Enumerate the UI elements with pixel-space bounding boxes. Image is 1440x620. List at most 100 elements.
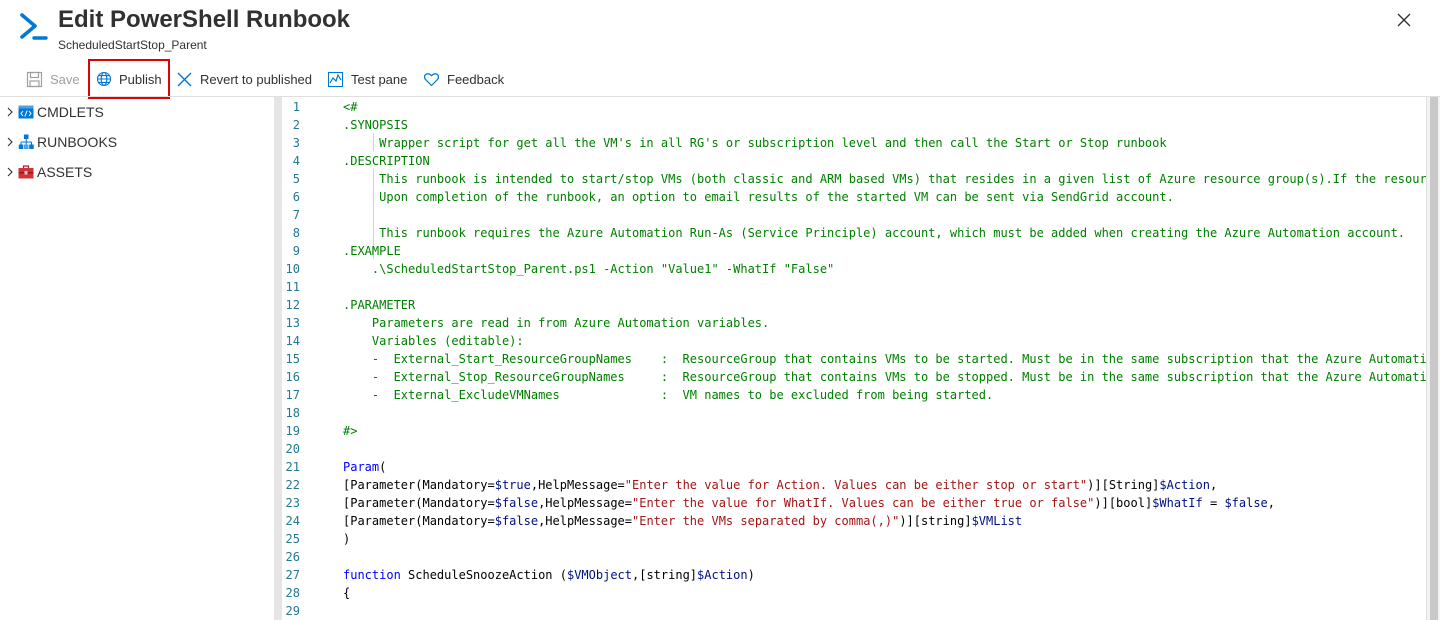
code-token: Param [343, 460, 380, 474]
line-number: 13 [285, 316, 300, 330]
scrollbar-thumb[interactable] [1430, 97, 1438, 620]
line-number: 27 [285, 568, 300, 582]
code-token: - External_Start_ResourceGroupNames : Re… [343, 352, 1426, 366]
test-pane-label: Test pane [351, 71, 408, 87]
pane-splitter[interactable] [274, 97, 282, 620]
code-line: Wrapper script for get all the VM's in a… [343, 134, 1167, 152]
line-number: 10 [285, 262, 300, 276]
code-token: $WhatIf [1152, 496, 1203, 510]
code-token: Parameters are read in from Azure Automa… [343, 316, 770, 330]
code-token: $Action [697, 568, 748, 582]
code-area[interactable]: <# .SYNOPSIS Wrapper script for get all t… [343, 97, 1426, 620]
revert-to-published-button[interactable]: Revert to published [176, 62, 312, 96]
line-number: 2 [292, 118, 300, 132]
test-pane-button[interactable]: Test pane [327, 62, 407, 96]
vertical-scrollbar[interactable] [1426, 97, 1440, 620]
code-line: [Parameter(Mandatory=$true,HelpMessage="… [343, 476, 1217, 494]
tree-item-assets[interactable]: ASSETS [4, 159, 92, 185]
code-token: { [343, 586, 351, 600]
code-token: [Parameter(Mandatory= [343, 478, 495, 492]
code-line: [Parameter(Mandatory=$false,HelpMessage=… [343, 494, 1275, 512]
code-token: $true [494, 478, 531, 492]
close-icon [1397, 13, 1411, 27]
line-number: 18 [285, 406, 300, 420]
code-token: $VMObject [566, 568, 632, 582]
line-number: 29 [285, 604, 300, 618]
line-number: 21 [285, 460, 300, 474]
code-token: ,[string] [632, 568, 698, 582]
publish-label: Publish [119, 71, 162, 87]
revert-label: Revert to published [200, 71, 313, 87]
code-token: , [1209, 478, 1218, 492]
code-token: ,HelpMessage= [538, 514, 632, 528]
code-token: .\ScheduledStartStop_Parent.ps1 -Action … [343, 262, 835, 276]
code-token: $VMList [971, 514, 1023, 528]
code-line: <# [343, 98, 357, 116]
toolbox-icon [18, 165, 34, 179]
powershell-prompt-icon [20, 12, 48, 42]
code-line: Upon completion of the runbook, an optio… [343, 188, 1174, 206]
code-token: ( [379, 460, 387, 474]
line-number: 23 [285, 496, 300, 510]
code-line: Param( [343, 458, 386, 476]
code-token: #> [343, 424, 358, 438]
line-number: 7 [292, 208, 300, 222]
code-token: , [1267, 496, 1276, 510]
command-bar: Save Publish Revert to published Test pa… [0, 59, 1440, 99]
code-token: Upon completion of the runbook, an optio… [343, 190, 1174, 204]
code-token: "Enter the value for Action. Values can … [624, 478, 1088, 492]
close-icon [177, 72, 192, 86]
code-token: "Enter the VMs separated by comma(,)" [632, 514, 900, 528]
line-number: 9 [292, 244, 300, 258]
close-button[interactable] [1392, 8, 1416, 32]
line-number: 1 [292, 100, 300, 114]
hierarchy-icon [18, 134, 34, 149]
line-number: 15 [285, 352, 300, 366]
tree-item-label: CMDLETS [37, 104, 104, 120]
line-number: 16 [285, 370, 300, 384]
line-number: 22 [285, 478, 300, 492]
tree-item-runbooks[interactable]: RUNBOOKS [4, 129, 117, 155]
line-number: 5 [292, 172, 300, 186]
code-token: This runbook requires the Azure Automati… [343, 226, 1406, 240]
code-line: .\ScheduledStartStop_Parent.ps1 -Action … [343, 260, 834, 278]
blade-header: Edit PowerShell Runbook ScheduledStartSt… [0, 0, 1440, 58]
code-token: ) [747, 568, 755, 582]
feedback-label: Feedback [447, 71, 505, 87]
code-line: This runbook is intended to start/stop V… [343, 170, 1426, 188]
line-number-gutter: 1 2 3 4 5 6 7 8 9 10 11 12 13 14 15 16 17 18 19 20 21 22 23 24 2… [282, 97, 336, 620]
code-line: function ScheduleSnoozeAction ($VMObject… [343, 566, 755, 584]
code-icon [18, 105, 34, 119]
code-token: $false [1224, 496, 1268, 510]
code-token: - External_Stop_ResourceGroupNames : Res… [343, 370, 1426, 384]
code-token: $Action [1159, 478, 1210, 492]
save-icon [26, 71, 43, 87]
code-line: .EXAMPLE [343, 242, 401, 260]
feedback-button[interactable]: Feedback [423, 62, 504, 96]
line-number: 25 [285, 532, 300, 546]
code-token: )][string] [899, 514, 972, 528]
code-line: .PARAMETER [343, 296, 415, 314]
tree-item-label: RUNBOOKS [37, 134, 118, 150]
code-token: .SYNOPSIS [343, 118, 409, 132]
page-title: Edit PowerShell Runbook [58, 6, 351, 33]
tree-item-cmdlets[interactable]: CMDLETS [4, 99, 104, 125]
code-token: )][bool] [1094, 496, 1153, 510]
line-number: 4 [292, 154, 300, 168]
code-token: ,HelpMessage= [530, 478, 625, 492]
chart-icon [327, 71, 344, 87]
save-button[interactable]: Save [26, 62, 80, 96]
code-token: [Parameter(Mandatory= [343, 496, 495, 510]
publish-button[interactable]: Publish [88, 59, 170, 99]
code-line: .SYNOPSIS [343, 116, 408, 134]
code-token: Wrapper script for get all the VM's in a… [343, 136, 1167, 150]
code-token: $false [494, 496, 539, 510]
code-token: ScheduleSnoozeAction ( [400, 568, 567, 582]
line-number: 11 [285, 280, 300, 294]
code-token: "Enter the value for WhatIf. Values can … [632, 496, 1095, 510]
code-token: <# [343, 100, 358, 114]
line-number: 6 [292, 190, 300, 204]
code-editor[interactable]: 1 2 3 4 5 6 7 8 9 10 11 12 13 14 15 16 17 18 19 20 21 22 23 24 2… [282, 97, 1426, 620]
line-number: 24 [285, 514, 300, 528]
code-line: Parameters are read in from Azure Automa… [343, 314, 769, 332]
